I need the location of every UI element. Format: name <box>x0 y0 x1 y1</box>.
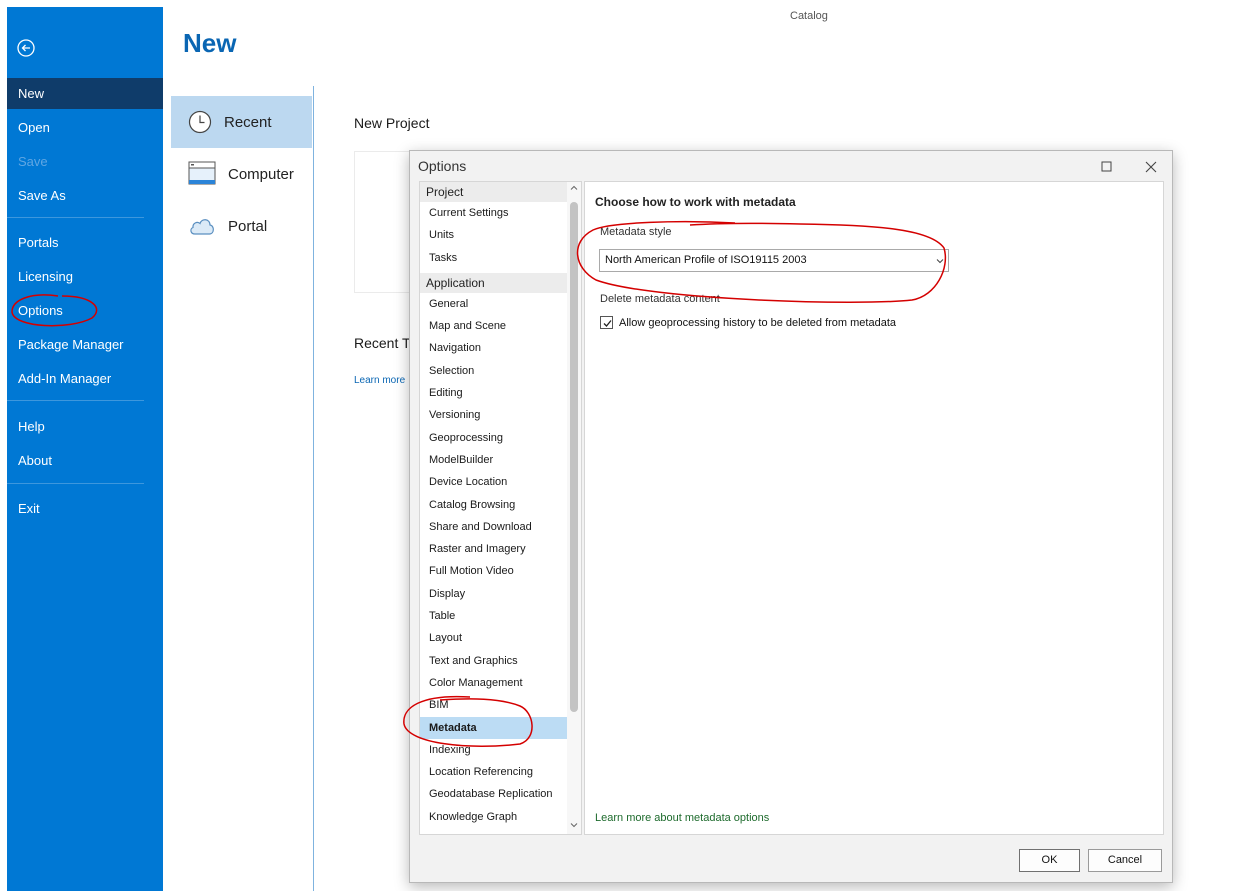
panel-heading: Choose how to work with metadata <box>595 195 796 209</box>
delete-metadata-label: Delete metadata content <box>600 293 720 305</box>
tab-portal[interactable]: Portal <box>171 200 312 252</box>
nav-item-geoprocessing[interactable]: Geoprocessing <box>420 427 568 449</box>
metadata-style-label: Metadata style <box>600 226 672 238</box>
scroll-up-icon[interactable] <box>569 183 579 193</box>
backstage-item-portals[interactable]: Portals <box>7 227 163 258</box>
nav-item-text-and-graphics[interactable]: Text and Graphics <box>420 650 568 672</box>
backstage-item-options[interactable]: Options <box>7 295 163 326</box>
backstage-item-help[interactable]: Help <box>7 411 163 442</box>
tab-portal-label: Portal <box>228 217 268 235</box>
options-dialog: Options Project Current Settings Units T… <box>409 150 1173 883</box>
nav-item-color-management[interactable]: Color Management <box>420 672 568 694</box>
page-title: New <box>183 28 237 58</box>
nav-item-units[interactable]: Units <box>420 224 568 246</box>
nav-item-device-location[interactable]: Device Location <box>420 471 568 493</box>
ok-button[interactable]: OK <box>1019 849 1080 872</box>
backstage-item-package-manager[interactable]: Package Manager <box>7 329 163 360</box>
backstage-item-new[interactable]: New <box>7 78 163 109</box>
nav-item-layout[interactable]: Layout <box>420 627 568 649</box>
nav-item-raster-and-imagery[interactable]: Raster and Imagery <box>420 538 568 560</box>
backstage-item-save-as[interactable]: Save As <box>7 180 163 211</box>
tab-computer-label: Computer <box>228 165 294 183</box>
app-title: Catalog <box>790 10 828 22</box>
cancel-button[interactable]: Cancel <box>1088 849 1162 872</box>
nav-item-catalog-browsing[interactable]: Catalog Browsing <box>420 494 568 516</box>
nav-item-tasks[interactable]: Tasks <box>420 247 568 269</box>
tab-computer[interactable]: Computer <box>171 148 312 200</box>
nav-item-indexing[interactable]: Indexing <box>420 739 568 761</box>
allow-history-label: Allow geoprocessing history to be delete… <box>619 316 896 329</box>
nav-item-selection[interactable]: Selection <box>420 360 568 382</box>
nav-item-general[interactable]: General <box>420 293 568 315</box>
backstage-item-save[interactable]: Save <box>7 146 163 177</box>
nav-item-current-settings[interactable]: Current Settings <box>420 202 568 224</box>
backstage-item-about[interactable]: About <box>7 445 163 476</box>
computer-icon <box>188 161 216 185</box>
options-nav-list: Project Current Settings Units Tasks App… <box>419 181 582 835</box>
nav-item-geodatabase-replication[interactable]: Geodatabase Replication <box>420 783 568 805</box>
nav-scrollbar[interactable] <box>567 182 581 834</box>
nav-item-knowledge-graph[interactable]: Knowledge Graph <box>420 806 568 828</box>
tab-recent-label: Recent <box>224 113 272 131</box>
nav-item-share-and-download[interactable]: Share and Download <box>420 516 568 538</box>
backstage-divider <box>313 86 314 891</box>
rail-separator <box>7 483 144 484</box>
nav-item-metadata[interactable]: Metadata <box>420 716 568 739</box>
backstage-item-licensing[interactable]: Licensing <box>7 261 163 292</box>
backstage-rail: New Open Save Save As Portals Licensing … <box>7 7 163 891</box>
metadata-options-panel: Choose how to work with metadata Metadat… <box>584 181 1164 835</box>
learn-more-metadata-link[interactable]: Learn more about metadata options <box>595 812 769 824</box>
dialog-title: Options <box>418 158 467 174</box>
backstage-item-open[interactable]: Open <box>7 112 163 143</box>
backstage-item-exit[interactable]: Exit <box>7 493 163 524</box>
cloud-icon <box>190 219 214 235</box>
nav-item-editing[interactable]: Editing <box>420 382 568 404</box>
close-icon[interactable] <box>1141 158 1161 176</box>
allow-history-option[interactable]: Allow geoprocessing history to be delete… <box>600 316 896 329</box>
checkmark-icon <box>603 320 612 327</box>
nav-item-display[interactable]: Display <box>420 583 568 605</box>
tab-recent[interactable]: Recent <box>171 96 312 148</box>
nav-item-bim[interactable]: BIM <box>420 694 568 716</box>
allow-history-checkbox[interactable] <box>600 316 613 329</box>
metadata-style-select[interactable]: North American Profile of ISO19115 2003 <box>599 249 949 272</box>
nav-item-navigation[interactable]: Navigation <box>420 337 568 359</box>
chevron-down-icon <box>936 259 944 264</box>
nav-item-full-motion-video[interactable]: Full Motion Video <box>420 560 568 582</box>
nav-item-map-and-scene[interactable]: Map and Scene <box>420 315 568 337</box>
nav-group-project: Project <box>420 182 568 202</box>
nav-item-versioning[interactable]: Versioning <box>420 404 568 426</box>
rail-separator <box>7 400 144 401</box>
location-tabs: Recent Computer Portal <box>171 96 312 252</box>
learn-more-link[interactable]: Learn more <box>354 375 405 386</box>
metadata-style-value: North American Profile of ISO19115 2003 <box>605 254 807 266</box>
nav-scroll-thumb[interactable] <box>570 202 578 712</box>
nav-item-table[interactable]: Table <box>420 605 568 627</box>
new-project-heading: New Project <box>354 115 430 131</box>
nav-item-location-referencing[interactable]: Location Referencing <box>420 761 568 783</box>
nav-item-modelbuilder[interactable]: ModelBuilder <box>420 449 568 471</box>
maximize-icon[interactable] <box>1097 158 1117 176</box>
scroll-down-icon[interactable] <box>569 820 579 830</box>
back-arrow-icon[interactable] <box>16 38 36 58</box>
backstage-item-add-in-manager[interactable]: Add-In Manager <box>7 363 163 394</box>
recent-templates-heading: Recent T <box>354 335 411 351</box>
clock-icon <box>188 110 212 134</box>
rail-separator <box>7 217 144 218</box>
nav-group-application: Application <box>420 272 568 293</box>
